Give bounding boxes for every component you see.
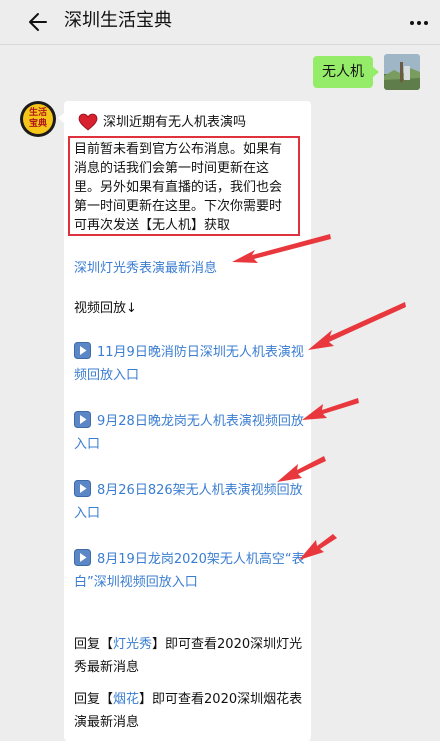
video-link-3[interactable]: 8月26日826架无人机表演视频回放入口 <box>74 479 306 525</box>
tip-prefix: 回复【 <box>74 692 114 707</box>
replay-label: 视频回放↓ <box>74 301 137 316</box>
video-link-4[interactable]: 8月19日龙岗2020架无人机高空“表白”深圳视频回放入口 <box>74 548 306 594</box>
play-icon <box>74 342 91 359</box>
tip-keyword-link[interactable]: 灯光秀 <box>113 637 152 652</box>
light-show-link[interactable]: 深圳灯光秀表演最新消息 <box>74 257 306 280</box>
tip-keyword-link[interactable]: 烟花 <box>113 692 139 707</box>
video-link-1[interactable]: 11月9日晚消防日深圳无人机表演视频回放入口 <box>74 341 306 387</box>
top-bar: 深圳生活宝典 <box>0 0 440 45</box>
page-title: 深圳生活宝典 <box>64 10 172 31</box>
user-message-bubble[interactable]: 无人机 <box>313 56 379 88</box>
user-avatar[interactable] <box>384 54 420 90</box>
tip-fireworks: 回复【烟花】即可查看2020深圳烟花表演最新消息 <box>74 688 306 734</box>
video-link-text: 8月19日龙岗2020架无人机高空“表白”深圳视频回放入口 <box>74 552 305 590</box>
play-icon <box>74 480 91 497</box>
play-icon <box>74 411 91 428</box>
notice-text: 目前暂未看到官方公布消息。如果有消息的话我们会第一时间更新在这里。另外如果有直播… <box>68 136 300 236</box>
reply-heading: 深圳近期有无人机表演吗 <box>103 115 247 130</box>
play-icon <box>74 549 91 566</box>
heart-icon <box>78 113 98 131</box>
tip-prefix: 回复【 <box>74 637 114 652</box>
video-link-2[interactable]: 9月28日晚龙岗无人机表演视频回放入口 <box>74 410 306 456</box>
tip-light-show: 回复【灯光秀】即可查看2020深圳灯光秀最新消息 <box>74 633 306 679</box>
video-link-text: 11月9日晚消防日深圳无人机表演视频回放入口 <box>74 345 304 383</box>
video-link-text: 9月28日晚龙岗无人机表演视频回放入口 <box>74 414 304 452</box>
video-link-text: 8月26日826架无人机表演视频回放入口 <box>74 483 303 521</box>
account-avatar[interactable]: 生活 宝典 <box>20 101 56 137</box>
annotation-arrow <box>308 302 406 350</box>
more-icon[interactable] <box>408 10 430 36</box>
back-arrow-icon[interactable] <box>24 9 50 35</box>
